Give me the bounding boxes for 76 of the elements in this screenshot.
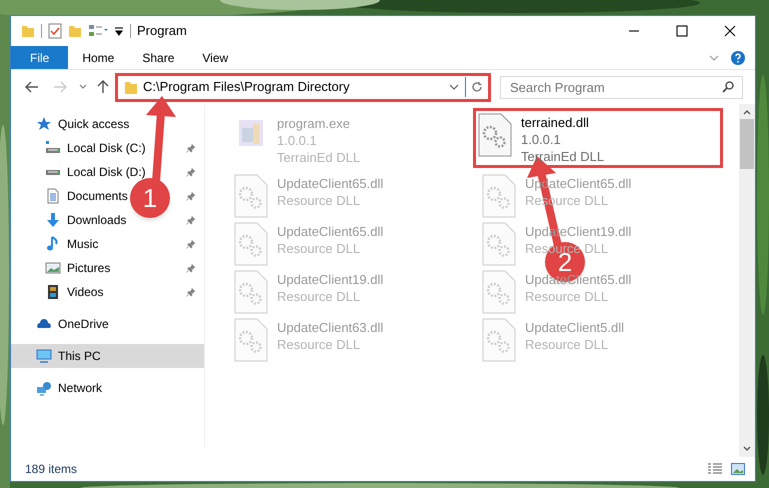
recent-locations-icon[interactable]	[79, 84, 87, 90]
back-icon[interactable]	[25, 81, 39, 93]
drive-icon	[45, 140, 61, 156]
nav-item[interactable]: Downloads	[45, 208, 126, 232]
nav-item[interactable]: Quick access	[36, 112, 130, 136]
file-detail: 1.0.0.1	[277, 132, 318, 149]
nav-item[interactable]: OneDrive	[36, 312, 109, 336]
maximize-icon[interactable]	[676, 25, 688, 37]
nav-label: Pictures	[67, 260, 110, 277]
search-field[interactable]: Search Program	[500, 76, 743, 98]
film-icon	[45, 284, 61, 300]
nav-item[interactable]: Pictures	[45, 256, 110, 280]
item-count: 189 items	[25, 461, 78, 478]
nav-label: Local Disk (D:)	[67, 164, 146, 181]
ribbon-tab[interactable]: Home	[68, 46, 128, 69]
dropdown-icon[interactable]	[449, 83, 459, 91]
scrollbar[interactable]	[739, 104, 755, 457]
search-icon	[722, 80, 734, 92]
nav-label: Downloads	[67, 212, 126, 229]
scroll-down-icon[interactable]	[743, 446, 751, 452]
file-detail: Resource DLL	[525, 288, 610, 305]
file-detail: Resource DLL	[277, 288, 362, 305]
nav-label: OneDrive	[58, 316, 109, 333]
drive-icon	[45, 168, 61, 176]
file-name: UpdateClient5.dll	[525, 319, 624, 336]
file-name: UpdateClient19.dll	[277, 271, 384, 288]
star-icon	[36, 116, 52, 132]
close-icon[interactable]	[724, 25, 736, 37]
properties-icon[interactable]	[48, 23, 62, 39]
ribbon-tab[interactable]: View	[188, 46, 242, 69]
nav-label: Documents	[67, 188, 128, 205]
picture-icon	[45, 260, 61, 276]
file-detail: Resource DLL	[277, 240, 362, 257]
up-icon[interactable]	[97, 80, 109, 94]
network-icon	[36, 380, 52, 396]
window-title: Program	[137, 22, 187, 40]
details-view-icon[interactable]	[707, 463, 723, 475]
nav-label: This PC	[58, 348, 101, 365]
file-detail: TerrainEd DLL	[277, 149, 360, 166]
address-path: C:\Program Files\Program Directory	[143, 78, 350, 96]
address-bar[interactable]: C:\Program Files\Program Directory	[115, 72, 491, 102]
file-name: terrained.dll	[521, 114, 590, 131]
download-icon	[45, 212, 61, 228]
nav-item[interactable]: Local Disk (C:)	[45, 136, 146, 160]
dropdown-icon[interactable]	[114, 26, 124, 36]
nav-item[interactable]: Documents	[45, 184, 128, 208]
file-name: UpdateClient65.dll	[525, 271, 632, 288]
ribbon-tab[interactable]: Share	[128, 46, 188, 69]
scrollbar-thumb[interactable]	[740, 119, 754, 169]
file-detail: Resource DLL	[525, 336, 610, 353]
nav-item[interactable]: Videos	[45, 280, 104, 304]
nav-item[interactable]: This PC	[11, 344, 204, 368]
file-name: UpdateClient65.dll	[277, 223, 384, 240]
file-detail: Resource DLL	[277, 336, 362, 353]
nav-label: Network	[58, 380, 102, 397]
file-detail: TerrainEd DLL	[521, 148, 604, 165]
ribbon-tab[interactable]: File	[11, 46, 68, 69]
nav-label: Music	[67, 236, 98, 253]
monitor-icon	[36, 348, 52, 364]
large-icons-view-icon[interactable]	[731, 463, 745, 475]
file-name: UpdateClient65.dll	[277, 175, 384, 192]
nav-item[interactable]: Network	[36, 376, 102, 400]
scroll-up-icon[interactable]	[743, 109, 751, 115]
nav-item[interactable]: Music	[45, 232, 98, 256]
help-icon[interactable]	[731, 50, 745, 64]
folder-icon	[124, 80, 138, 94]
expand-ribbon-icon[interactable]	[709, 54, 719, 62]
file-detail: 1.0.0.1	[521, 131, 562, 148]
nav-label: Local Disk (C:)	[67, 140, 146, 157]
file-detail: Resource DLL	[277, 192, 362, 209]
file-name: UpdateClient63.dll	[277, 319, 384, 336]
document-icon	[45, 188, 61, 204]
nav-label: Quick access	[58, 116, 130, 133]
refresh-icon[interactable]	[471, 81, 483, 93]
file-name: program.exe	[277, 115, 351, 132]
nav-label: Videos	[67, 284, 104, 301]
